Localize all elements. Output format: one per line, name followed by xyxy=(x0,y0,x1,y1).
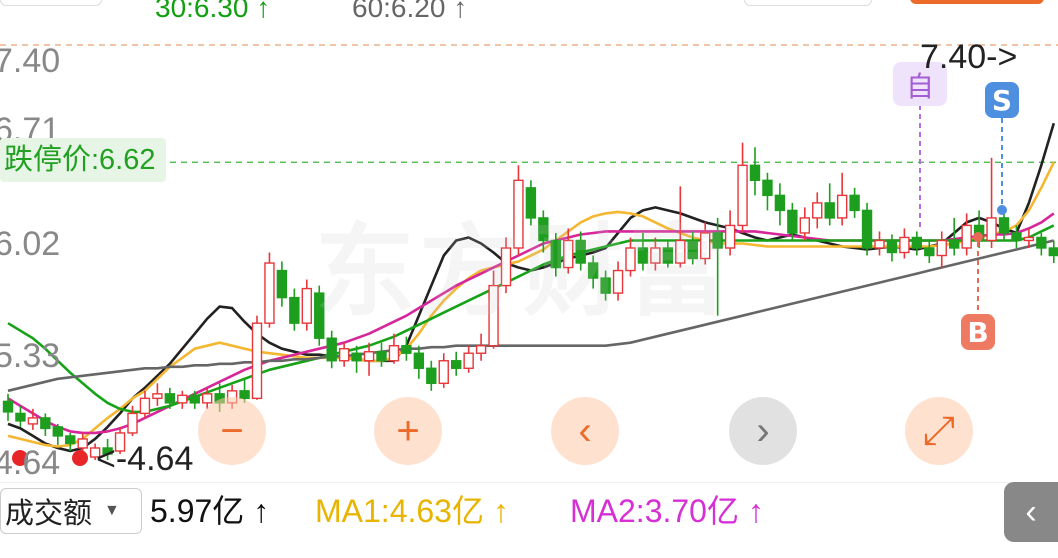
candle-body xyxy=(861,209,873,249)
candle-body xyxy=(961,224,972,249)
candle-body xyxy=(201,393,213,404)
candle-body xyxy=(824,202,835,219)
candle-body xyxy=(276,269,288,299)
ma60-readout: 60:6.20 ↑ xyxy=(352,0,467,24)
chevron-left-icon: ‹ xyxy=(578,409,592,453)
candle-body xyxy=(40,417,51,430)
sell-badge-label: S xyxy=(992,84,1012,117)
candle-body xyxy=(177,394,188,404)
turnover-ma2: MA2:3.70亿 ↑ xyxy=(570,493,764,529)
candle-body xyxy=(351,352,362,362)
candle-body xyxy=(463,352,474,369)
candle-body xyxy=(1023,236,1035,242)
candle-body xyxy=(77,438,88,449)
candle-body xyxy=(52,426,63,437)
candle-body xyxy=(127,412,138,434)
candle-body xyxy=(812,202,823,219)
candle-body xyxy=(998,217,1010,234)
candle-body xyxy=(326,337,337,362)
expand-button[interactable]: ⤢ xyxy=(905,397,973,465)
candle-body xyxy=(924,247,935,257)
candle-body xyxy=(836,194,848,219)
expand-icon: ⤢ xyxy=(923,409,955,453)
candle-body xyxy=(849,194,860,212)
chevron-right-icon: › xyxy=(756,409,770,453)
candle-body xyxy=(451,360,462,369)
candle-body xyxy=(401,345,412,354)
candle-body xyxy=(139,397,151,415)
plus-icon: + xyxy=(396,409,420,453)
sell-marker-dot xyxy=(997,205,1007,215)
indicator-selector-label: 成交额 xyxy=(5,498,93,530)
candle-body xyxy=(475,345,487,354)
top-left-button[interactable] xyxy=(0,0,102,6)
candle-body xyxy=(787,209,798,234)
previous-button[interactable]: ‹ xyxy=(551,397,619,465)
buy-badge-label: B xyxy=(967,316,988,349)
top-right-orange-button[interactable] xyxy=(910,0,1044,4)
price-axis-label: 5.33 xyxy=(0,337,61,375)
price-axis-label: 4.64 xyxy=(0,444,61,482)
candle-body xyxy=(15,412,26,422)
ma30-value: 30:6.30 xyxy=(155,0,249,23)
candle-body xyxy=(301,287,312,324)
candle-body xyxy=(189,394,200,404)
candle-body xyxy=(152,393,163,400)
candle-body xyxy=(911,236,923,249)
ma30-up-arrow: ↑ xyxy=(256,0,271,23)
candle-body xyxy=(886,239,898,254)
ma30-readout: 30:6.30 ↑ xyxy=(155,0,270,24)
turnover-value: 5.97亿 ↑ xyxy=(150,493,270,529)
low-price-marker: <-4.64 xyxy=(96,440,194,478)
candle-body xyxy=(737,164,748,227)
ma60-up-arrow: ↑ xyxy=(453,0,468,23)
limit-down-price-label: 跌停价:6.62 xyxy=(0,138,166,182)
ma60-value: 60:6.20 xyxy=(352,0,446,23)
candle-body xyxy=(936,239,947,257)
signal-dot xyxy=(72,450,88,466)
zoom-in-button[interactable]: + xyxy=(374,397,442,465)
turnover-ma1: MA1:4.63亿 ↑ xyxy=(315,493,509,529)
price-axis-label: 6.02 xyxy=(0,225,61,263)
chevron-left-icon: ‹ xyxy=(1025,492,1037,531)
next-button[interactable]: › xyxy=(729,397,797,465)
candle-body xyxy=(1048,247,1058,257)
collapse-panel-button[interactable]: ‹ xyxy=(1004,482,1058,542)
caret-down-icon: ▼ xyxy=(104,502,120,519)
candle-body xyxy=(289,296,300,324)
candle-body xyxy=(376,351,387,362)
top-right-gray-button[interactable] xyxy=(744,0,872,6)
candle-body xyxy=(1011,232,1022,242)
candle-body xyxy=(774,194,786,212)
candle-body xyxy=(438,360,449,385)
price-axis-label: 7.40 xyxy=(0,42,61,80)
candle-body xyxy=(426,367,437,385)
high-price-marker: 7.40-> xyxy=(920,38,1018,76)
candle-body xyxy=(239,390,250,400)
candle-body xyxy=(762,179,773,197)
candle-body xyxy=(899,236,910,254)
minus-icon: − xyxy=(220,409,244,453)
candle-body xyxy=(799,217,810,234)
indicator-selector[interactable]: 成交额 ▼ xyxy=(0,488,142,534)
candle-body xyxy=(949,239,960,249)
candle-body xyxy=(749,164,761,182)
candle-body xyxy=(164,393,176,404)
candle-body xyxy=(2,400,14,413)
candle-body xyxy=(264,262,275,324)
candle-body xyxy=(388,345,400,362)
candle-body xyxy=(65,435,76,445)
candle-body xyxy=(1036,236,1047,249)
candle-body xyxy=(986,217,997,242)
zoom-out-button[interactable]: − xyxy=(198,397,266,465)
candle-body xyxy=(363,351,375,362)
watermark: 东方财富 xyxy=(315,216,731,328)
candle-body xyxy=(413,352,425,369)
candle-body xyxy=(874,239,885,249)
buy-marker-dot xyxy=(973,232,983,242)
candle-body xyxy=(251,322,263,400)
candle-body xyxy=(338,348,350,362)
candle-body xyxy=(27,417,39,425)
